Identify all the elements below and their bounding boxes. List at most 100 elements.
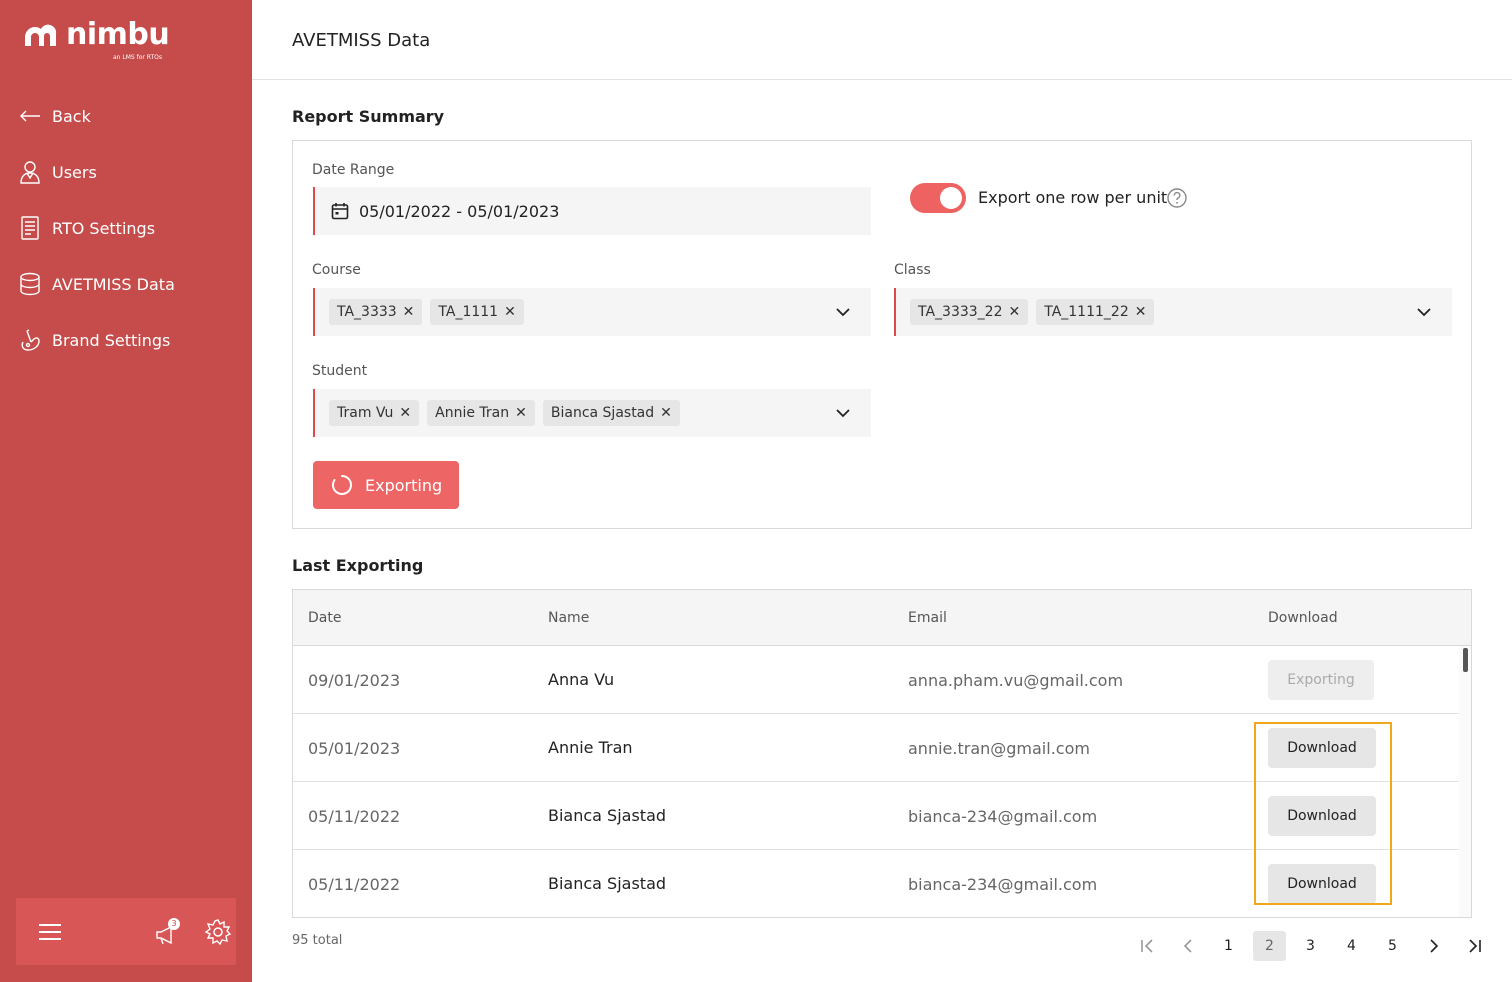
first-page-button[interactable] [1130,931,1163,961]
user-icon [18,160,42,184]
class-select[interactable]: TA_3333_22 ✕ TA_1111_22 ✕ [894,288,1452,336]
course-chip: TA_3333 ✕ [329,299,423,325]
row-email: annie.tran@gmail.com [908,739,1090,758]
course-label: Course [312,262,361,278]
download-button[interactable]: Download [1268,796,1376,836]
page-button-5[interactable]: 5 [1376,931,1409,961]
row-date: 09/01/2023 [308,671,401,690]
last-page-icon [1468,939,1481,953]
student-label: Student [312,363,368,379]
column-header-date: Date [308,610,342,626]
sidebar-footer: 3 [16,898,236,965]
chevron-right-icon [1429,939,1438,953]
export-one-row-toggle[interactable] [910,183,966,213]
column-header-name: Name [548,610,590,626]
column-header-email: Email [908,610,947,626]
student-chip: Bianca Sjastad ✕ [542,400,680,426]
row-name: Anna Vu [548,670,615,689]
pagination: 1 2 3 4 5 [1130,931,1491,961]
first-page-icon [1140,939,1153,953]
page-button-2[interactable]: 2 [1253,931,1286,961]
chevron-down-icon[interactable] [1416,304,1432,320]
remove-chip-icon[interactable]: ✕ [1009,304,1021,320]
table-row: 05/11/2022 Bianca Sjastad bianca-234@gma… [293,782,1459,850]
chevron-left-icon [1183,939,1192,953]
scrollbar-thumb[interactable] [1463,648,1468,672]
prev-page-button[interactable] [1171,931,1204,961]
last-page-button[interactable] [1458,931,1491,961]
table-row: 09/01/2023 Anna Vu anna.pham.vu@gmail.co… [293,646,1459,714]
page-button-4[interactable]: 4 [1335,931,1368,961]
sidebar-item-label: Users [52,162,97,182]
date-range-label: Date Range [312,162,395,178]
hamburger-menu-icon[interactable] [38,922,62,942]
chip-label: TA_3333 [337,304,397,320]
sidebar-item-users[interactable]: Users [0,144,252,200]
chip-label: Tram Vu [337,405,394,421]
course-select[interactable]: TA_3333 ✕ TA_1111 ✕ [313,288,871,336]
student-chip: Annie Tran ✕ [427,400,535,426]
brand-name: nimbu [66,17,170,52]
student-select[interactable]: Tram Vu ✕ Annie Tran ✕ Bianca Sjastad ✕ [313,389,871,437]
chevron-down-icon[interactable] [835,405,851,421]
next-page-button[interactable] [1417,931,1450,961]
report-summary-title: Report Summary [292,107,445,126]
export-one-row-label: Export one row per unit [978,188,1168,207]
chip-label: TA_1111 [438,304,499,320]
gear-icon[interactable] [204,918,232,946]
date-range-value: 05/01/2022 - 05/01/2023 [359,201,560,221]
class-chip: TA_3333_22 ✕ [910,299,1029,325]
row-date: 05/01/2023 [308,739,401,758]
remove-chip-icon[interactable]: ✕ [504,304,516,320]
class-label: Class [894,262,931,278]
download-button[interactable]: Download [1268,728,1376,768]
help-icon[interactable] [1166,187,1188,209]
logo[interactable]: nimbu [22,17,170,52]
chevron-down-icon[interactable] [835,304,851,320]
chip-label: Annie Tran [435,405,510,421]
report-summary-card: Date Range 05/01/2022 - 05/01/2023 Expor… [292,140,1472,529]
row-email: bianca-234@gmail.com [908,807,1098,826]
sidebar-item-label: AVETMISS Data [52,274,175,294]
remove-chip-icon[interactable]: ✕ [1135,304,1147,320]
table-row: 05/11/2022 Bianca Sjastad bianca-234@gma… [293,850,1459,917]
sidebar: nimbu an LMS for RTOs Back Users RTO Set… [0,0,252,982]
remove-chip-icon[interactable]: ✕ [399,405,411,421]
remove-chip-icon[interactable]: ✕ [515,405,527,421]
export-button[interactable]: Exporting [313,461,459,509]
row-date: 05/11/2022 [308,875,401,894]
document-icon [18,216,42,240]
arrow-left-icon [18,104,42,128]
remove-chip-icon[interactable]: ✕ [403,304,415,320]
last-exporting-title: Last Exporting [292,556,424,575]
export-button-label: Exporting [365,475,443,495]
student-chip: Tram Vu ✕ [329,400,420,426]
student-chips: Tram Vu ✕ Annie Tran ✕ Bianca Sjastad ✕ [315,400,688,426]
course-chip: TA_1111 ✕ [430,299,524,325]
sidebar-item-avetmiss-data[interactable]: AVETMISS Data [0,256,252,312]
toggle-knob [940,187,962,209]
download-button[interactable]: Download [1268,864,1376,904]
course-chips: TA_3333 ✕ TA_1111 ✕ [315,299,532,325]
remove-chip-icon[interactable]: ✕ [660,405,672,421]
table-row: 05/01/2023 Annie Tran annie.tran@gmail.c… [293,714,1459,782]
sidebar-item-label: RTO Settings [52,218,156,238]
column-header-download: Download [1268,610,1338,626]
sidebar-item-brand-settings[interactable]: Brand Settings [0,312,252,368]
row-email: bianca-234@gmail.com [908,875,1098,894]
notification-button[interactable]: 3 [154,918,180,946]
chip-label: Bianca Sjastad [550,405,655,421]
class-chip: TA_1111_22 ✕ [1036,299,1155,325]
page-title: AVETMISS Data [292,30,431,51]
sidebar-item-rto-settings[interactable]: RTO Settings [0,200,252,256]
sidebar-nav: Back Users RTO Settings AVETMISS Data Br… [0,88,252,368]
page-button-1[interactable]: 1 [1212,931,1245,961]
table-scrollbar[interactable] [1459,646,1471,917]
page-button-3[interactable]: 3 [1294,931,1327,961]
sidebar-item-back[interactable]: Back [0,88,252,144]
brand-icon [18,328,42,352]
exporting-button: Exporting [1268,660,1374,700]
date-range-input[interactable]: 05/01/2022 - 05/01/2023 [313,187,871,235]
nimbu-logo-icon [25,24,57,46]
brand-tagline: an LMS for RTOs [113,54,163,61]
